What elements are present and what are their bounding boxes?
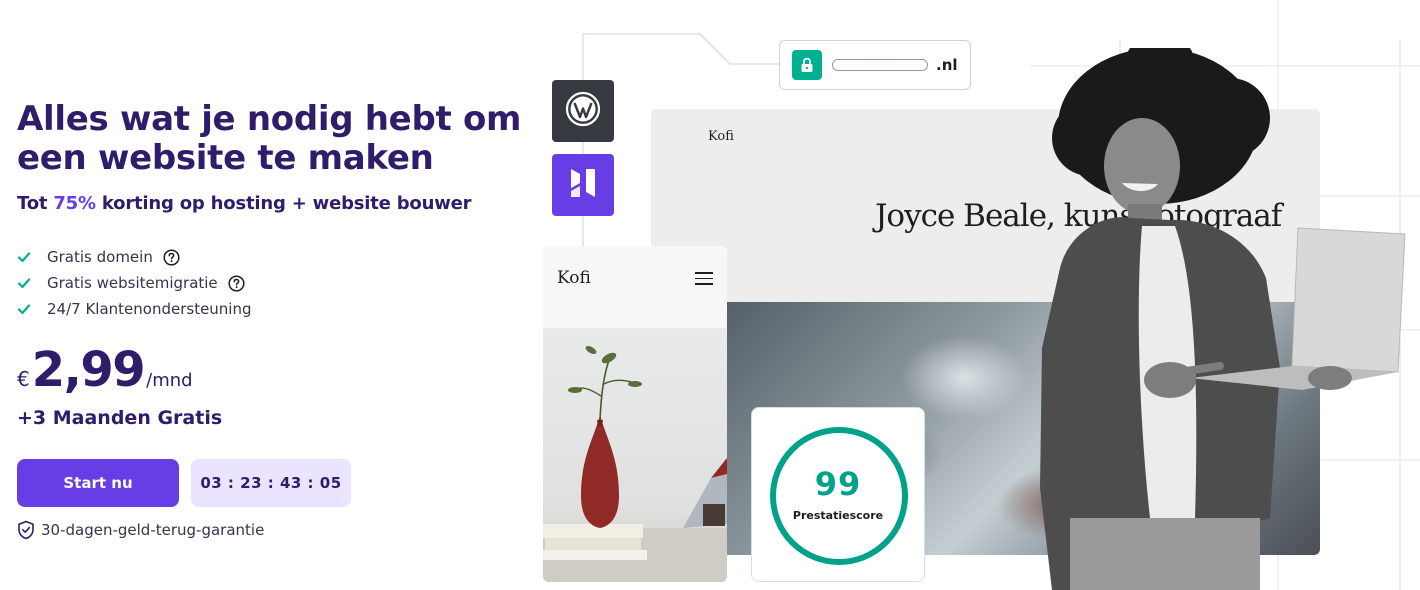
domain-bar: .nl: [779, 40, 971, 90]
hamburger-menu-icon: [695, 272, 713, 289]
vase-still-life-illustration: [543, 346, 727, 582]
mobile-site-preview: Kofi: [543, 246, 727, 582]
website-builder-tile: [552, 154, 614, 216]
domain-tld: .nl: [936, 56, 958, 74]
score-label: Prestatiescore: [792, 509, 884, 522]
wordpress-icon: [565, 91, 601, 131]
performance-score-card: 99 Prestatiescore: [751, 407, 925, 582]
woman-with-laptop-photo: [1040, 48, 1406, 590]
mobile-hero-photo: [543, 328, 727, 582]
desktop-site-logo: Kofi: [708, 129, 734, 144]
domain-name-placeholder: [832, 59, 928, 71]
score-value: 99: [814, 465, 862, 503]
mobile-site-logo: Kofi: [557, 268, 591, 288]
lock-icon: [792, 50, 822, 80]
hostinger-logo-icon: [566, 166, 600, 204]
wordpress-tile: [552, 80, 614, 142]
